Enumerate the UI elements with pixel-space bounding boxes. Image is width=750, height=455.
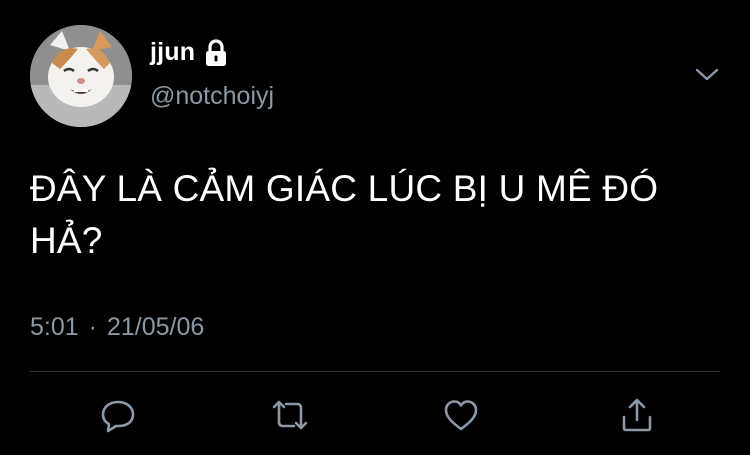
tweet-time: 5:01 bbox=[30, 313, 79, 341]
cat-avatar-image bbox=[30, 25, 132, 127]
avatar[interactable] bbox=[30, 25, 132, 127]
retweet-icon bbox=[268, 395, 312, 440]
action-bar bbox=[0, 393, 750, 441]
share-icon bbox=[617, 395, 657, 440]
retweet-button[interactable] bbox=[266, 393, 314, 441]
like-button[interactable] bbox=[437, 393, 485, 441]
tweet-date: 21/05/06 bbox=[107, 313, 205, 341]
tweet-text-line-2: HẢ? bbox=[30, 220, 103, 261]
chevron-down-icon[interactable] bbox=[692, 62, 722, 86]
reply-button[interactable] bbox=[94, 393, 142, 441]
tweet-text-line-1: ĐÂY LÀ CẢM GIÁC LÚC BỊ U MÊ ĐÓ bbox=[30, 168, 659, 209]
tweet-text: ĐÂY LÀ CẢM GIÁC LÚC BỊ U MÊ ĐÓ HẢ? bbox=[30, 163, 720, 267]
divider bbox=[30, 371, 720, 372]
timestamp[interactable]: 5:01 · 21/05/06 bbox=[30, 313, 204, 342]
like-icon bbox=[441, 395, 481, 440]
lock-icon bbox=[203, 38, 229, 67]
timestamp-separator: · bbox=[88, 313, 97, 341]
display-name[interactable]: jjun bbox=[150, 38, 195, 67]
share-button[interactable] bbox=[613, 393, 661, 441]
user-handle[interactable]: @notchoiyj bbox=[150, 82, 274, 111]
reply-icon bbox=[98, 395, 138, 440]
